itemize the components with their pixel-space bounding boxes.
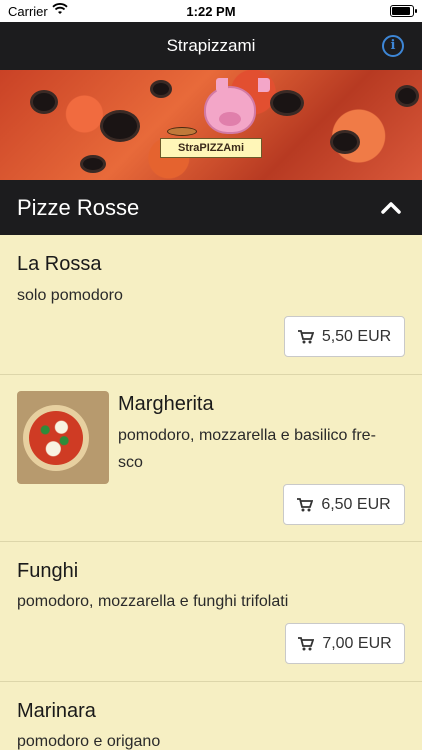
cart-icon [297, 497, 314, 511]
product-name: Margherita [118, 393, 214, 415]
product-description: pomodoro, mozzarella e funghi trifolati [17, 593, 289, 610]
product-item-funghi[interactable]: Funghi pomodoro, mozzarella e funghi tri… [0, 542, 422, 682]
pig-mascot [204, 78, 270, 134]
product-item-marinara[interactable]: Marinara pomodoro e origano [0, 682, 422, 750]
product-description: pomodoro e origano [17, 733, 161, 750]
product-description-line-2: sco [118, 454, 143, 471]
nav-bar: Strapizzami i [0, 22, 422, 70]
section-header-pizze-rosse[interactable]: Pizze Rosse [0, 180, 422, 235]
cart-icon [298, 636, 315, 650]
price-label: 5,50 EUR [321, 327, 392, 345]
chevron-up-icon[interactable] [379, 196, 403, 220]
banner-image: StraPIZZAmi [0, 70, 422, 180]
price-label: 6,50 EUR [321, 495, 391, 513]
product-name: Funghi [17, 560, 79, 582]
pan-icon [167, 127, 197, 136]
product-item-margherita[interactable]: Margherita pomodoro, mozzarella e basili… [0, 375, 422, 542]
add-to-cart-button[interactable]: 6,50 EUR [283, 484, 405, 525]
strapizzami-logo: StraPIZZAmi [160, 138, 262, 158]
margherita-thumbnail [17, 391, 109, 484]
info-icon[interactable]: i [382, 35, 404, 57]
product-name: La Rossa [17, 253, 102, 275]
price-label: 7,00 EUR [322, 634, 392, 652]
add-to-cart-button[interactable]: 5,50 EUR [284, 316, 405, 357]
nav-title: Strapizzami [166, 36, 256, 55]
product-list[interactable]: La Rossa solo pomodoro 5,50 EUR Margheri… [0, 235, 422, 750]
battery-icon [390, 5, 417, 17]
status-time: 1:22 PM [186, 4, 236, 19]
add-to-cart-button[interactable]: 7,00 EUR [285, 623, 405, 664]
product-description-line-1: pomodoro, mozzarella e basilico fre- [118, 427, 376, 444]
product-description: solo pomodoro [17, 287, 123, 304]
cart-icon [297, 329, 314, 343]
status-bar: Carrier 1:22 PM [0, 0, 422, 22]
section-title: Pizze Rosse [17, 195, 140, 220]
product-item-la-rossa[interactable]: La Rossa solo pomodoro 5,50 EUR [0, 235, 422, 375]
product-name: Marinara [17, 700, 96, 722]
